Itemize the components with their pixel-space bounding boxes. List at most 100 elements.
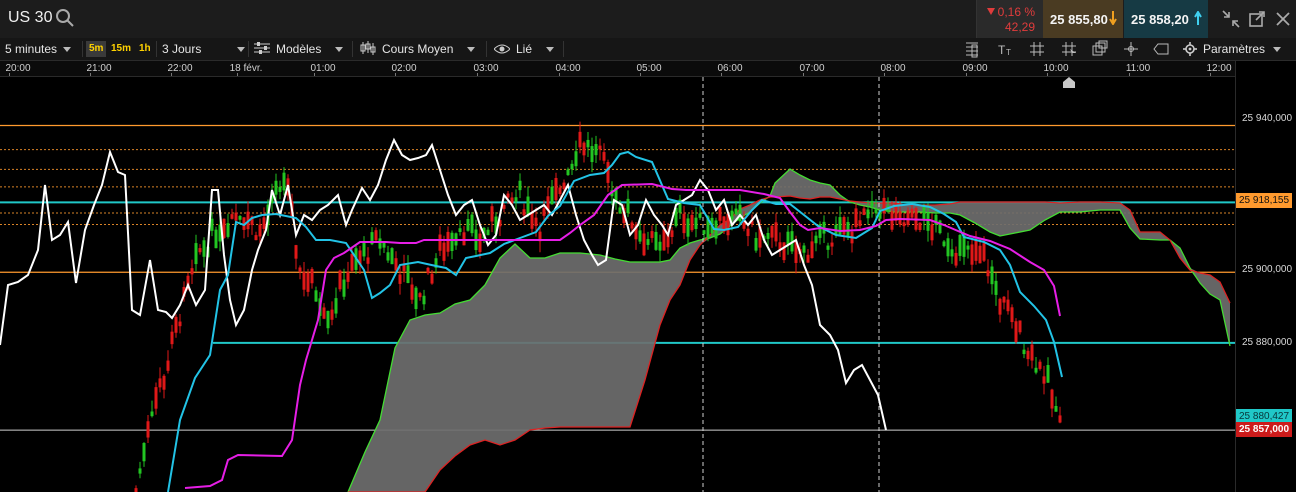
layers-icon[interactable]: [1091, 40, 1109, 58]
candlestick: [362, 236, 366, 261]
candle-body: [694, 217, 698, 229]
crosshair-grid-icon[interactable]: [1060, 40, 1078, 58]
candlestick: [670, 227, 674, 245]
range-select[interactable]: 3 Jours: [162, 38, 246, 60]
candle-body: [534, 217, 538, 227]
candle-body: [154, 387, 158, 409]
candlestick: [782, 242, 786, 263]
candlestick: [650, 225, 654, 243]
candlestick: [578, 121, 582, 154]
candle-body: [166, 360, 170, 371]
time-tick-mark: [171, 73, 172, 76]
candle-body: [594, 144, 598, 156]
candlestick: [230, 208, 234, 220]
sell-price-button[interactable]: 25 855,80: [1043, 0, 1123, 38]
candle-body: [378, 238, 382, 249]
candlestick: [730, 205, 734, 231]
indicators-icon[interactable]: [963, 40, 981, 58]
candlestick: [1054, 396, 1058, 412]
time-tick-mark: [395, 73, 396, 76]
candle-body: [422, 295, 426, 305]
timeframe-5m-button[interactable]: 5m: [86, 41, 107, 57]
candlestick: [446, 226, 450, 257]
candlestick: [406, 255, 410, 284]
candlestick: [278, 180, 282, 200]
collapse-icon[interactable]: [1220, 8, 1242, 30]
candle-body: [506, 193, 510, 198]
candlestick: [786, 225, 790, 255]
candlestick: [990, 260, 994, 295]
candle-body: [590, 146, 594, 163]
candlestick: [858, 211, 862, 229]
candle-body: [830, 242, 834, 247]
crosshair-icon[interactable]: [1122, 40, 1140, 58]
candlestick: [770, 224, 774, 248]
candle-body: [1054, 405, 1058, 412]
gear-icon: [1183, 42, 1197, 56]
candle-body: [1050, 389, 1054, 409]
candle-body: [310, 268, 314, 284]
current-price-tag: 25 857,000: [1236, 422, 1293, 437]
price-chart[interactable]: [0, 77, 1235, 492]
close-icon[interactable]: [1272, 8, 1294, 30]
candle-body: [202, 240, 206, 257]
candle-body: [478, 233, 482, 253]
link-menu[interactable]: Lié: [493, 38, 555, 60]
candle-body: [978, 245, 982, 264]
candle-body: [542, 208, 546, 216]
candle-body: [162, 375, 166, 390]
timeframe-1h-button[interactable]: 1h: [136, 41, 154, 57]
time-axis: 20:00 21:00 22:00 18 févr. 01:00 02:00 03:00 04…: [0, 61, 1235, 77]
candlestick: [306, 268, 310, 297]
candle-body: [226, 223, 230, 237]
candle-body: [298, 267, 302, 272]
candle-body: [626, 198, 630, 213]
candle-body: [618, 207, 622, 214]
candlestick: [314, 286, 318, 302]
buy-price-button[interactable]: 25 858,20: [1124, 0, 1208, 38]
candle-body: [926, 212, 930, 231]
candle-body: [350, 253, 354, 271]
candle-body: [134, 488, 138, 492]
candlestick: [310, 267, 314, 289]
templates-icon: [254, 42, 270, 54]
candle-body: [962, 235, 966, 257]
candle-body: [170, 331, 174, 345]
time-tick-mark: [314, 73, 315, 76]
candle-body: [486, 229, 490, 236]
search-icon[interactable]: [55, 8, 75, 28]
candlestick: [642, 224, 646, 257]
candle-body: [514, 197, 518, 202]
chevron-down-icon: [335, 47, 344, 53]
timeframe-15m-button[interactable]: 15m: [108, 41, 134, 57]
candle-body: [958, 234, 962, 256]
candlestick: [342, 268, 346, 300]
candle-body: [1034, 367, 1038, 373]
candle-body: [1058, 415, 1062, 423]
candle-body: [606, 162, 610, 183]
candlestick: [434, 253, 438, 274]
candle-body: [1038, 361, 1042, 369]
candle-body: [302, 272, 306, 290]
text-tool-icon[interactable]: TT: [996, 40, 1014, 58]
candle-body: [602, 152, 606, 161]
candle-body: [410, 284, 414, 300]
grid-icon[interactable]: [1028, 40, 1046, 58]
candle-body: [314, 290, 318, 302]
candle-body: [174, 316, 178, 333]
templates-menu[interactable]: Modèles: [254, 38, 344, 60]
popout-icon[interactable]: [1246, 8, 1268, 30]
change-points: 42,29: [1004, 20, 1035, 34]
buy-price: 25 858,20: [1131, 12, 1189, 27]
interval-select[interactable]: 5 minutes: [5, 38, 72, 60]
candle-body: [382, 242, 386, 248]
candlestick: [626, 190, 630, 217]
chart-toolbar: 5 minutes 5m 15m 1h 3 Jours Modèles Cour…: [0, 38, 1296, 61]
label-tag-icon[interactable]: [1152, 40, 1170, 58]
candlestick: [1006, 290, 1010, 315]
candle-body: [982, 243, 986, 261]
candle-body: [770, 225, 774, 238]
time-tick-mark: [1210, 73, 1211, 76]
settings-menu[interactable]: Paramètres: [1183, 38, 1282, 60]
chart-type-menu[interactable]: Cours Moyen: [360, 38, 476, 60]
